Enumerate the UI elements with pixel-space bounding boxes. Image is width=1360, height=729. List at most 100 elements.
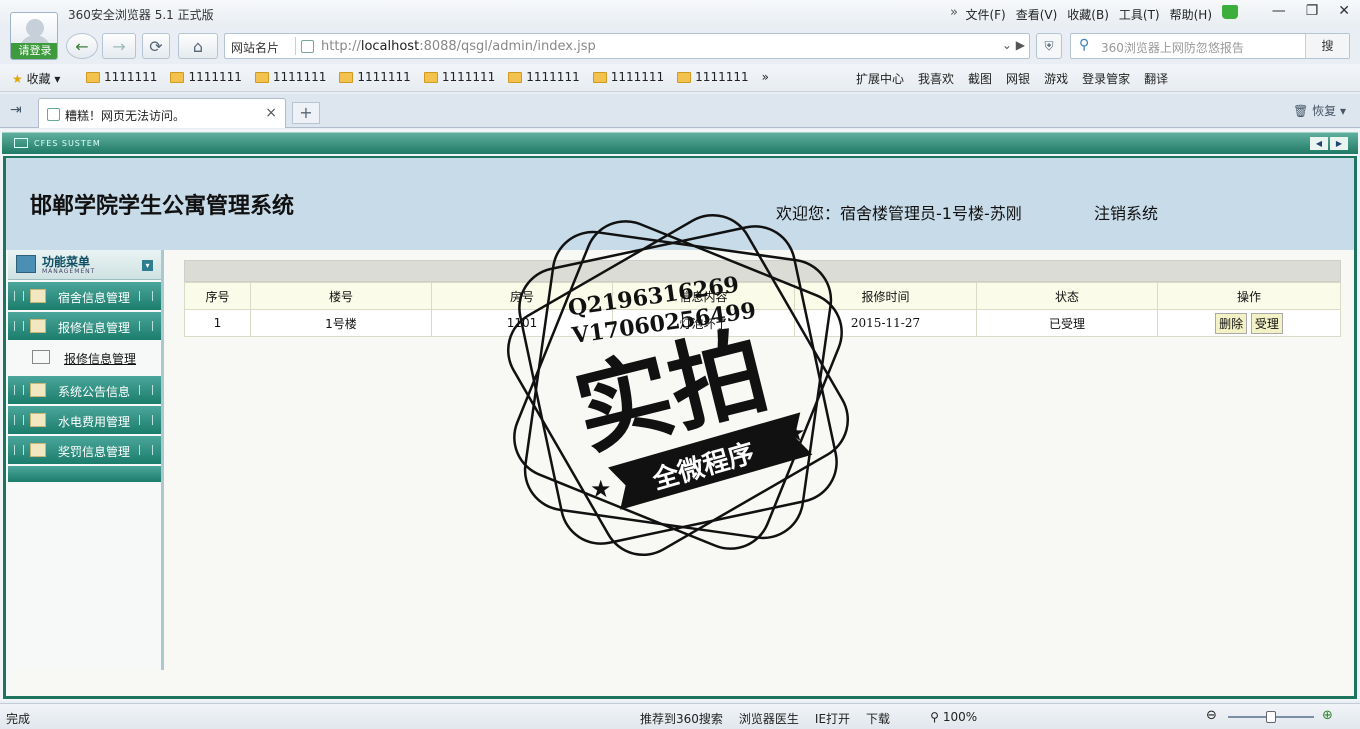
bookmark-folder[interactable]: 1111111 [339, 70, 411, 84]
sidebar-item-rewards[interactable]: 奖罚信息管理 [8, 436, 161, 464]
site-card-button[interactable]: 网站名片 [231, 39, 279, 56]
search-input[interactable]: 360浏览器上网防忽悠报告 [1101, 39, 1244, 56]
sidebar-item-utilities[interactable]: 水电费用管理 [8, 406, 161, 434]
security-shield-icon[interactable]: ⛨ [1036, 33, 1062, 59]
sidebar-subitem-repair[interactable]: 报修信息管理 [8, 340, 161, 374]
grip-icon [139, 415, 153, 425]
tool-extension-center[interactable]: 扩展中心 [856, 70, 904, 87]
zoom-icon[interactable]: ⚲ [930, 710, 939, 727]
sidebar-item-label: 奖罚信息管理 [58, 445, 131, 459]
restore-closed-button[interactable]: 🗑 恢复 ▾ [1293, 102, 1346, 119]
bookmark-label: 1111111 [104, 70, 158, 84]
favorites-label: 收藏 [26, 72, 51, 86]
favorites-button[interactable]: ★ 收藏 ▾ [12, 70, 60, 87]
status-ie-open[interactable]: IE打开 [815, 710, 850, 727]
tab-close-icon[interactable]: × [265, 105, 277, 121]
tool-translate[interactable]: 翻译 [1144, 70, 1168, 87]
go-icon[interactable]: ⌄ ▶ [1002, 38, 1025, 52]
grip-icon [14, 415, 24, 425]
zoom-out-icon[interactable]: ⊖ [1206, 708, 1217, 723]
bookmark-label: 1111111 [357, 70, 411, 84]
menu-help[interactable]: 帮助(H) [1170, 6, 1212, 23]
zoom-level[interactable]: 100% [943, 710, 977, 727]
browser-title: 360安全浏览器 5.1 正式版 [68, 8, 214, 22]
refresh-button[interactable]: ⟳ [142, 33, 170, 59]
skin-icon[interactable] [1222, 5, 1238, 19]
browser-titlebar: 请登录 360安全浏览器 5.1 正式版 » 文件(F) 查看(V) 收藏(B)… [0, 0, 1360, 60]
zoom-in-icon[interactable]: ⊕ [1322, 708, 1333, 723]
navigation-bar: ← → ⟳ ⌂ 网站名片 http://localhost:8088/qsgl/… [0, 30, 1360, 62]
function-menu: 功能菜单 MANAGEMENT ▾ 宿舍信息管理 报修信息管理 报修信息管理 系… [8, 250, 164, 670]
url-text[interactable]: http://localhost:8088/qsgl/admin/index.j… [321, 39, 596, 54]
status-items: 推荐到360搜索 浏览器医生 IE打开 下载 ⚲ 100% [640, 710, 977, 727]
url-divider [295, 37, 296, 55]
bookmark-folder[interactable]: 1111111 [170, 70, 242, 84]
back-button[interactable]: ← [66, 33, 98, 59]
tool-online-banking[interactable]: 网银 [1006, 70, 1030, 87]
home-button[interactable]: ⌂ [178, 33, 218, 59]
sidebar-item-dorm-info[interactable]: 宿舍信息管理 [8, 282, 161, 310]
bookmark-label: 1111111 [526, 70, 580, 84]
new-tab-button[interactable]: + [292, 102, 320, 124]
next-arrow-icon[interactable]: ▶ [1330, 137, 1348, 150]
subitem-link[interactable]: 报修信息管理 [64, 350, 136, 367]
folder-icon [86, 71, 100, 83]
status-text: 完成 [6, 712, 31, 726]
address-bar[interactable]: 网站名片 http://localhost:8088/qsgl/admin/in… [224, 33, 1030, 59]
search-icon: ⚲ [1079, 37, 1090, 53]
restore-button[interactable]: ❐ [1306, 3, 1319, 19]
subitem-icon [32, 350, 50, 364]
bookmark-folder[interactable]: 1111111 [508, 70, 580, 84]
tab-active[interactable]: 糟糕！网页无法访问。 × [38, 98, 286, 128]
forward-button[interactable]: → [102, 33, 136, 59]
cell-no: 1 [184, 309, 251, 337]
bookmark-folder[interactable]: 1111111 [677, 70, 749, 84]
menu-view[interactable]: 查看(V) [1016, 6, 1058, 23]
tab-title: 糟糕！网页无法访问。 [65, 109, 186, 123]
tool-login-manager[interactable]: 登录管家 [1082, 70, 1130, 87]
bookmark-folder[interactable]: 1111111 [592, 70, 664, 84]
close-button[interactable]: ✕ [1338, 3, 1350, 19]
tool-my-likes[interactable]: 我喜欢 [918, 70, 954, 87]
search-button[interactable]: 搜 [1305, 34, 1349, 58]
minimize-button[interactable]: — [1272, 3, 1286, 19]
back-arrow-icon: ← [75, 36, 89, 56]
bookmark-folder[interactable]: 1111111 [86, 70, 157, 84]
grip-icon [14, 445, 24, 455]
logout-link[interactable]: 注销系统 [1094, 200, 1158, 224]
sidebar-item-announcements[interactable]: 系统公告信息 [8, 376, 161, 404]
folder-icon [508, 71, 523, 83]
tab-bar: ⇥ 糟糕！网页无法访问。 × + 🗑 恢复 ▾ [0, 94, 1360, 128]
tool-screenshot[interactable]: 截图 [968, 70, 992, 87]
menu-tools[interactable]: 工具(T) [1119, 6, 1160, 23]
cell-room: 1101 [431, 309, 613, 337]
accept-button[interactable]: 受理 [1250, 312, 1283, 334]
bookmark-folder[interactable]: 1111111 [254, 70, 326, 84]
zoom-slider-handle[interactable] [1266, 711, 1276, 723]
sidebar-toggle-icon[interactable]: ⇥ [10, 102, 22, 118]
tool-games[interactable]: 游戏 [1044, 70, 1068, 87]
toolbar-extensions: 扩展中心 我喜欢 截图 网银 游戏 登录管家 翻译 [856, 70, 1168, 87]
bookmark-more[interactable]: » [762, 70, 769, 84]
menu-item-icon [30, 443, 46, 457]
collapse-icon[interactable]: ▾ [142, 260, 153, 271]
status-browser-doctor[interactable]: 浏览器医生 [739, 710, 799, 727]
sidebar-item-repair-info[interactable]: 报修信息管理 [8, 312, 161, 340]
status-download[interactable]: 下载 [866, 710, 890, 727]
menu-favorites[interactable]: 收藏(B) [1067, 6, 1109, 23]
restore-label: 恢复 [1312, 104, 1337, 118]
status-recommend[interactable]: 推荐到360搜索 [640, 710, 723, 727]
menu-expand-icon[interactable]: » [950, 5, 958, 20]
list-header-bar [184, 260, 1341, 282]
folder-icon [423, 71, 438, 83]
prev-arrow-icon[interactable]: ◀ [1310, 137, 1328, 150]
search-box[interactable]: ⚲ 360浏览器上网防忽悠报告 搜 [1070, 33, 1350, 59]
delete-button[interactable]: 删除 [1215, 312, 1248, 334]
bookmark-folder[interactable]: 1111111 [423, 70, 495, 84]
site-title: 邯郸学院学生公寓管理系统 [30, 193, 295, 219]
system-bar: CFES SUSTEM ◀ ▶ [2, 132, 1358, 154]
cell-content: 灯泡坏了 [612, 309, 795, 337]
menu-file[interactable]: 文件(F) [965, 6, 1005, 23]
menu-item-icon [30, 319, 46, 333]
sidebar-item-label: 宿舍信息管理 [58, 291, 131, 305]
